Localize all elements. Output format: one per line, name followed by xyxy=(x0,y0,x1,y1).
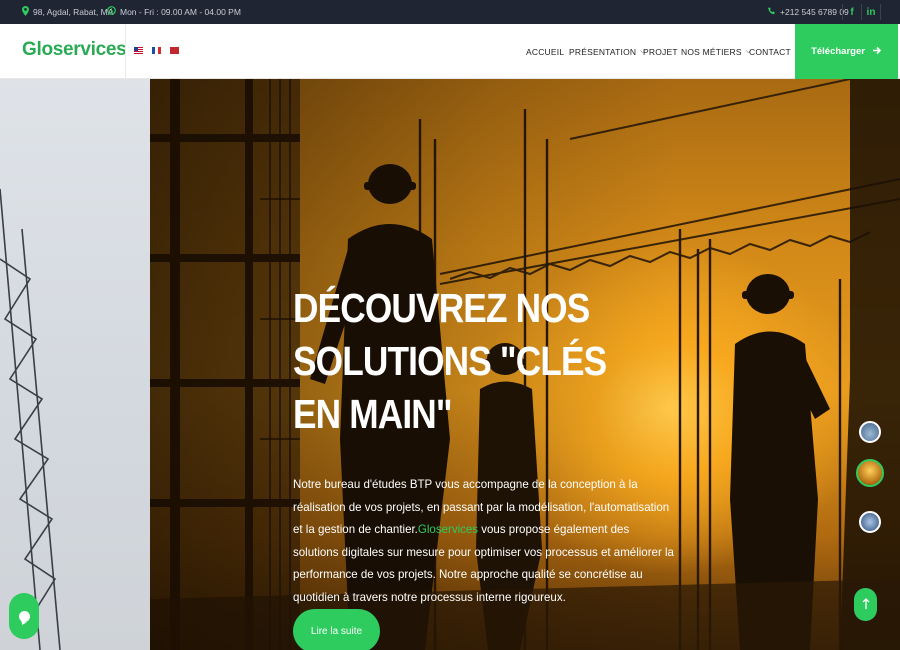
top-bar: 98, Agdal, Rabat, MA Mon - Fri : 09.00 A… xyxy=(0,0,900,24)
nav-label: CONTACT xyxy=(749,46,791,57)
nav-label: ACCUEIL xyxy=(526,46,565,57)
nav-label: NOS MÉTIERS xyxy=(681,46,742,57)
nav-item-presentation[interactable]: PRÉSENTATION ⌵ xyxy=(569,24,646,79)
hero-description: Notre bureau d'études BTP vous accompagn… xyxy=(293,473,677,608)
hero-prev-slide xyxy=(0,79,150,650)
map-pin-icon xyxy=(22,5,29,19)
facebook-icon[interactable]: f xyxy=(843,0,861,24)
download-label: Télécharger xyxy=(811,46,865,57)
nav-item-accueil[interactable]: ACCUEIL xyxy=(526,24,564,79)
nav-item-projet[interactable]: PROJET xyxy=(643,24,678,79)
hero-brand-link[interactable]: Gloservices xyxy=(418,522,478,536)
divider xyxy=(125,24,126,79)
nav-label: PRÉSENTATION xyxy=(569,46,637,57)
slide-thumb-2-active[interactable] xyxy=(856,459,884,487)
clock-icon xyxy=(107,6,116,18)
divider xyxy=(880,4,881,20)
phone-text: +212 545 6789 09 xyxy=(780,7,849,17)
linkedin-icon[interactable]: in xyxy=(862,0,880,24)
slide-thumb-3[interactable] xyxy=(859,511,881,533)
phone-icon xyxy=(768,6,776,18)
read-more-button[interactable]: Lire la suite xyxy=(293,609,380,650)
tower-crane-image xyxy=(0,188,61,650)
arrow-up-icon xyxy=(862,597,870,612)
address-text: 98, Agdal, Rabat, MA xyxy=(33,7,114,17)
flag-ma-icon[interactable] xyxy=(170,47,179,54)
nav-item-nos-metiers[interactable]: NOS MÉTIERS ⌵ xyxy=(681,24,751,79)
hours-info: Mon - Fri : 09.00 AM - 04.00 PM xyxy=(107,0,241,24)
phone-info[interactable]: +212 545 6789 09 xyxy=(768,0,849,24)
site-logo[interactable]: Gloservices xyxy=(22,39,127,61)
chat-button[interactable] xyxy=(9,593,39,639)
address-info: 98, Agdal, Rabat, MA xyxy=(22,0,113,24)
nav-label: PROJET xyxy=(643,46,678,57)
nav-item-contact[interactable]: CONTACT xyxy=(749,24,791,79)
scroll-to-top-button[interactable] xyxy=(854,588,877,621)
flag-fr-icon[interactable] xyxy=(152,47,161,54)
download-button[interactable]: Télécharger xyxy=(795,24,898,79)
hours-text: Mon - Fri : 09.00 AM - 04.00 PM xyxy=(120,7,241,17)
main-header: Gloservices ACCUEIL PRÉSENTATION ⌵ PROJE… xyxy=(0,24,900,79)
slide-thumb-1[interactable] xyxy=(859,421,881,443)
chat-bubble-icon xyxy=(18,610,30,622)
flag-us-icon[interactable] xyxy=(134,47,143,54)
hero-title: DÉCOUVREZ NOS SOLUTIONS "CLÉS EN MAIN" xyxy=(293,285,607,437)
arrow-right-icon xyxy=(872,46,882,58)
